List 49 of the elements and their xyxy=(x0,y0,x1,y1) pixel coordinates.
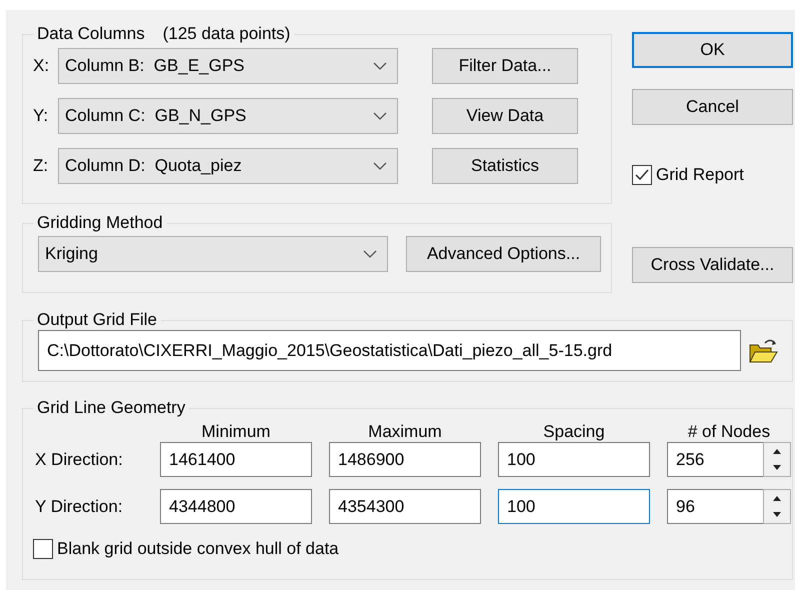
spin-buttons[interactable] xyxy=(763,442,791,477)
data-button[interactable]: Filter Data... xyxy=(432,48,578,84)
checkbox[interactable] xyxy=(632,165,652,185)
ok-button[interactable]: OK xyxy=(632,32,793,68)
method-dropdown[interactable]: Kriging xyxy=(38,236,388,272)
file-path-field[interactable]: C:\Dottorato\CIXERRI_Maggio_2015\Geostatistica\Dati_piezo_all_5-15.grd xyxy=(38,330,741,371)
chevron-down-icon xyxy=(373,162,387,170)
up-arrow-icon xyxy=(771,447,783,456)
checkbox-label: Grid Report xyxy=(656,165,744,185)
group-title: Output Grid File xyxy=(37,310,157,329)
maximum-field[interactable]: 4354300 xyxy=(329,489,481,524)
down-arrow-icon xyxy=(771,510,783,519)
cross-validate-button[interactable]: Cross Validate... xyxy=(632,247,793,283)
spacing-field[interactable]: 100 xyxy=(498,489,650,524)
nodes-field[interactable]: 96 xyxy=(667,489,763,524)
checkbox[interactable] xyxy=(33,539,53,559)
column-header: Maximum xyxy=(368,424,442,440)
group-title: Grid Line Geometry xyxy=(37,398,186,417)
advanced-options-button[interactable]: Advanced Options... xyxy=(406,236,601,272)
up-arrow-icon xyxy=(771,494,783,502)
column-dropdown[interactable]: Column B: GB_E_GPS xyxy=(58,48,398,84)
chevron-down-icon xyxy=(363,250,377,258)
row-label: X Direction: xyxy=(34,450,124,470)
column-dropdown[interactable]: Column C: GB_N_GPS xyxy=(58,98,398,134)
chevron-down-icon xyxy=(373,62,387,70)
row-label: Y Direction: xyxy=(34,496,124,516)
minimum-field[interactable]: 4344800 xyxy=(160,489,312,524)
maximum-field[interactable]: 1486900 xyxy=(329,442,481,477)
spin-buttons[interactable] xyxy=(763,489,791,524)
minimum-field[interactable]: 1461400 xyxy=(160,442,312,477)
down-arrow-icon xyxy=(771,464,783,472)
spacing-field[interactable]: 100 xyxy=(498,442,650,477)
checkbox-label: Blank grid outside convex hull of data xyxy=(57,539,339,559)
cancel-button[interactable]: Cancel xyxy=(632,89,793,125)
axis-label: Y: xyxy=(33,106,50,126)
group-title: Data Columns xyxy=(37,24,145,43)
column-header: Minimum xyxy=(202,424,270,440)
axis-label: Z: xyxy=(33,156,50,176)
nodes-field[interactable]: 256 xyxy=(667,442,763,477)
data-point-count: (125 data points) xyxy=(162,24,290,43)
column-dropdown[interactable]: Column D: Quota_piez xyxy=(58,148,398,184)
axis-label: X: xyxy=(33,56,50,76)
data-button[interactable]: View Data xyxy=(432,98,578,134)
column-header: Spacing xyxy=(543,424,605,440)
chevron-down-icon xyxy=(373,112,387,120)
open-folder-icon[interactable] xyxy=(747,336,779,364)
column-header: # of Nodes xyxy=(688,424,770,440)
data-button[interactable]: Statistics xyxy=(432,148,578,184)
group-title: Gridding Method xyxy=(37,213,163,232)
